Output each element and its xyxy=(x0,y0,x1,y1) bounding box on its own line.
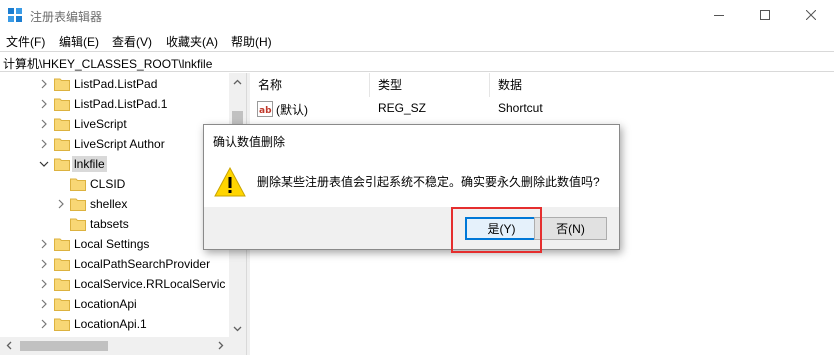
scroll-up-button[interactable] xyxy=(229,73,246,90)
tree-item-label: LiveScript Author xyxy=(74,137,165,151)
value-type: REG_SZ xyxy=(378,101,427,115)
chevron-right-icon[interactable] xyxy=(38,138,50,150)
value-name: (默认) xyxy=(276,103,308,117)
chevron-right-icon[interactable] xyxy=(38,318,50,330)
address-path[interactable]: 计算机\HKEY_CLASSES_ROOT\lnkfile xyxy=(3,55,212,72)
chevron-up-icon xyxy=(233,79,242,84)
folder-icon xyxy=(54,118,70,131)
tree-item[interactable]: LiveScript Author xyxy=(0,134,230,154)
folder-icon xyxy=(54,138,70,151)
tree-item[interactable]: LocationApi xyxy=(0,294,230,314)
tree-item-label: LocationApi xyxy=(74,297,137,311)
column-header-type[interactable]: 类型 xyxy=(370,73,490,97)
highlight-box xyxy=(451,207,542,253)
maximize-icon xyxy=(760,10,770,20)
column-header-data[interactable]: 数据 xyxy=(490,73,690,97)
chevron-right-icon[interactable] xyxy=(38,278,50,290)
menu-view[interactable]: 查看(V) xyxy=(112,33,152,50)
address-bar[interactable]: 计算机\HKEY_CLASSES_ROOT\lnkfile xyxy=(0,51,834,72)
tree-item[interactable]: LocalService.RRLocalServic xyxy=(0,274,230,294)
minimize-icon xyxy=(714,15,724,16)
folder-icon xyxy=(54,298,70,311)
folder-icon xyxy=(70,178,86,191)
value-data: Shortcut xyxy=(498,101,543,115)
folder-icon xyxy=(54,278,70,291)
dialog-message: 删除某些注册表值会引起系统不稳定。确实要永久删除此数值吗? xyxy=(257,175,600,189)
scroll-thumb[interactable] xyxy=(20,341,108,351)
tree-item-label: ListPad.ListPad xyxy=(74,77,158,91)
column-header-name[interactable]: 名称 xyxy=(250,73,370,97)
chevron-right-icon xyxy=(218,341,223,350)
tree-item[interactable]: LocalPathSearchProvider xyxy=(0,254,230,274)
tree-item-selected[interactable]: lnkfile xyxy=(0,154,230,174)
folder-icon xyxy=(54,98,70,111)
dialog-body: 删除某些注册表值会引起系统不稳定。确实要永久删除此数值吗? xyxy=(204,155,619,207)
tree-item-label: LocationApi.1 xyxy=(74,317,147,331)
maximize-button[interactable] xyxy=(742,0,788,30)
close-button[interactable] xyxy=(788,0,834,30)
tree-item-label: tabsets xyxy=(90,217,129,231)
tree-item[interactable]: CLSID xyxy=(0,174,230,194)
registry-editor-icon xyxy=(8,8,22,22)
chevron-right-icon[interactable] xyxy=(38,298,50,310)
tree-horizontal-scrollbar[interactable] xyxy=(0,337,246,355)
scroll-corner xyxy=(229,337,246,355)
folder-icon xyxy=(70,218,86,231)
tree-item[interactable]: ListPad.ListPad.1 xyxy=(0,94,230,114)
folder-icon xyxy=(54,78,70,91)
tree-item-label: lnkfile xyxy=(72,156,107,172)
string-value-icon: ab xyxy=(257,101,273,117)
menu-file[interactable]: 文件(F) xyxy=(6,33,45,50)
tree-item[interactable]: Local Settings xyxy=(0,234,230,254)
dialog-title-bar: 确认数值删除 xyxy=(204,125,619,155)
folder-icon xyxy=(54,258,70,271)
tree-item-label: Local Settings xyxy=(74,237,150,251)
tree-item-label: ListPad.ListPad.1 xyxy=(74,97,168,111)
folder-icon xyxy=(70,198,86,211)
menu-favorites[interactable]: 收藏夹(A) xyxy=(166,33,218,50)
chevron-right-icon[interactable] xyxy=(38,258,50,270)
folder-icon xyxy=(54,238,70,251)
svg-text:ab: ab xyxy=(259,106,272,116)
tree-item[interactable]: shellex xyxy=(0,194,230,214)
minimize-button[interactable] xyxy=(696,0,742,30)
tree-item[interactable]: LiveScript xyxy=(0,114,230,134)
chevron-right-icon[interactable] xyxy=(38,98,50,110)
tree-item-label: shellex xyxy=(90,197,128,211)
scroll-left-button[interactable] xyxy=(0,337,17,354)
menu-help[interactable]: 帮助(H) xyxy=(231,33,272,50)
tree-item[interactable]: ListPad.ListPad xyxy=(0,74,230,94)
chevron-down-icon[interactable] xyxy=(38,158,50,170)
tree-item[interactable]: tabsets xyxy=(0,214,230,234)
chevron-right-icon[interactable] xyxy=(55,198,67,210)
scroll-right-button[interactable] xyxy=(212,337,229,354)
chevron-down-icon xyxy=(233,326,242,331)
tree-item-label: LocalPathSearchProvider xyxy=(74,257,211,271)
chevron-right-icon[interactable] xyxy=(38,118,50,130)
title-bar: 注册表编辑器 xyxy=(0,0,834,30)
warning-icon xyxy=(214,167,246,197)
folder-icon xyxy=(54,158,70,171)
folder-icon xyxy=(54,318,70,331)
chevron-right-icon[interactable] xyxy=(38,78,50,90)
dialog-title: 确认数值删除 xyxy=(213,135,286,149)
menu-bar: 文件(F) 编辑(E) 查看(V) 收藏夹(A) 帮助(H) xyxy=(0,30,834,50)
close-icon xyxy=(806,10,816,20)
tree-item-label: LiveScript xyxy=(74,117,127,131)
no-button[interactable]: 否(N) xyxy=(534,217,607,240)
value-row[interactable]: ab (默认) REG_SZ Shortcut xyxy=(250,100,834,118)
tree-item-label: CLSID xyxy=(90,177,126,191)
chevron-right-icon[interactable] xyxy=(38,238,50,250)
confirm-delete-dialog: 确认数值删除 删除某些注册表值会引起系统不稳定。确实要永久删除此数值吗? 是(Y… xyxy=(203,124,620,250)
tree-item-label: LocalService.RRLocalServic xyxy=(74,277,226,291)
window-title: 注册表编辑器 xyxy=(30,10,103,24)
scroll-down-button[interactable] xyxy=(229,320,246,337)
tree-item[interactable]: LocationApi.1 xyxy=(0,314,230,334)
chevron-left-icon xyxy=(6,341,11,350)
menu-edit[interactable]: 编辑(E) xyxy=(59,33,99,50)
